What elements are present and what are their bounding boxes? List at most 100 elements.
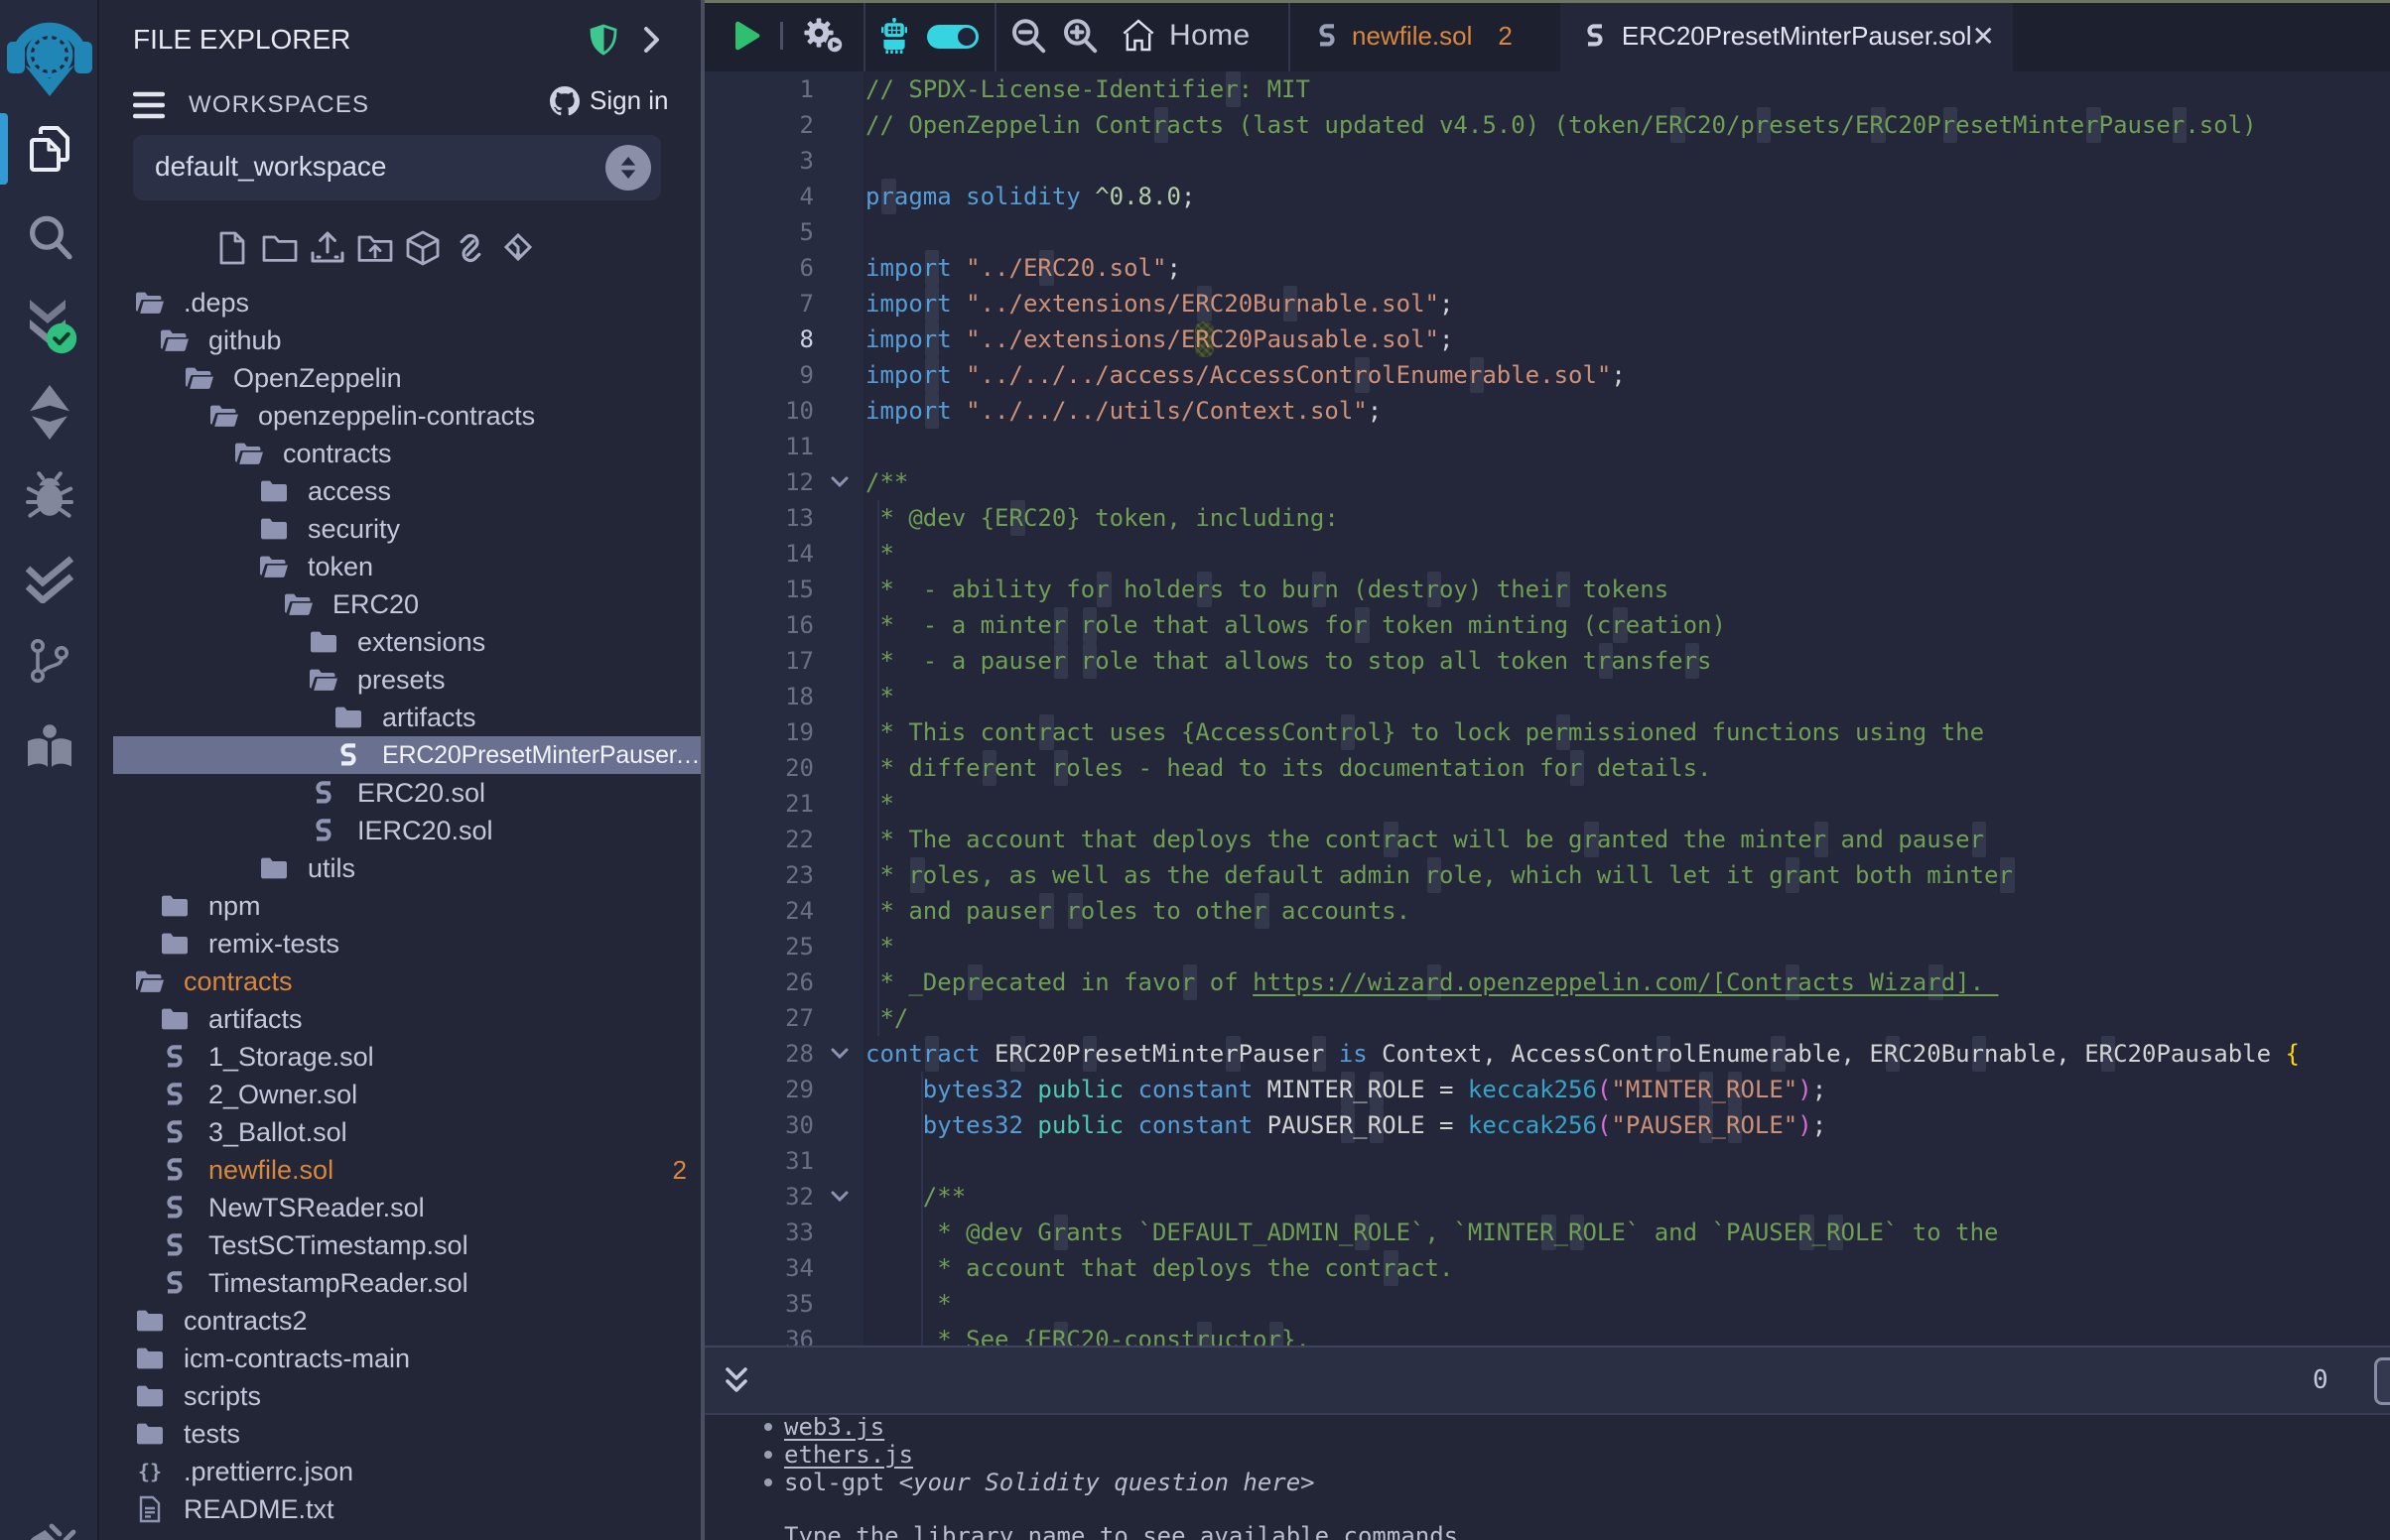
folder-icon bbox=[134, 1309, 166, 1333]
remix-logo-icon[interactable] bbox=[0, 16, 99, 99]
tree-item-label: github bbox=[208, 325, 282, 356]
folder-open-icon bbox=[134, 291, 166, 315]
terminal-entry[interactable]: web3.js bbox=[705, 1417, 2390, 1441]
tree-item-presets[interactable]: presets bbox=[99, 661, 705, 699]
tree-item-erc20presetminterpauser-sol[interactable]: ERC20PresetMinterPauser.sol bbox=[99, 736, 705, 774]
group-separator bbox=[995, 0, 996, 71]
toolbar-separator bbox=[780, 22, 783, 50]
tree-item-timestampreader-sol[interactable]: TimestampReader.sol bbox=[99, 1264, 705, 1302]
tree-item-extensions[interactable]: extensions bbox=[99, 623, 705, 661]
tree-item-security[interactable]: security bbox=[99, 510, 705, 548]
tree-item-ierc20-sol[interactable]: IERC20.sol bbox=[99, 812, 705, 849]
tree-item-icm-contracts-main[interactable]: icm-contracts-main bbox=[99, 1340, 705, 1377]
tree-item-testsctimestamp-sol[interactable]: TestSCTimestamp.sol bbox=[99, 1226, 705, 1264]
remix-ai-robot-icon[interactable] bbox=[881, 18, 907, 54]
tree-item-newfile-sol[interactable]: newfile.sol2 bbox=[99, 1151, 705, 1189]
workspace-sort-icon[interactable] bbox=[605, 145, 651, 191]
tree-item-2-owner-sol[interactable]: 2_Owner.sol bbox=[99, 1076, 705, 1113]
tree-item--prettierrc-json[interactable]: {}.prettierrc.json bbox=[99, 1453, 705, 1490]
code-line-13: * @dev {ERC20} token, including: bbox=[865, 500, 2390, 536]
tree-item-npm[interactable]: npm bbox=[99, 887, 705, 925]
workspaces-menu-icon[interactable] bbox=[133, 91, 167, 119]
terminal-entry-text[interactable]: web3.js bbox=[784, 1417, 884, 1441]
line-number: 3 bbox=[705, 143, 814, 179]
zoom-out-icon[interactable] bbox=[1008, 16, 1048, 56]
tab-erc20presetminterpauser[interactable]: ERC20PresetMinterPauser.sol ✕ bbox=[1560, 0, 2013, 71]
tree-item-contracts2[interactable]: contracts2 bbox=[99, 1302, 705, 1340]
tree-item-remix-tests[interactable]: remix-tests bbox=[99, 925, 705, 962]
new-folder-icon[interactable] bbox=[256, 224, 304, 272]
terminal-collapse-icon[interactable] bbox=[723, 1365, 750, 1397]
fold-chevron-icon[interactable] bbox=[826, 1179, 854, 1215]
terminal-entry[interactable]: ethers.js bbox=[705, 1441, 2390, 1469]
run-script-button[interactable] bbox=[732, 20, 762, 52]
fold-chevron-icon[interactable] bbox=[826, 1036, 854, 1072]
tab-newfile[interactable]: newfile.sol 2 bbox=[1316, 0, 1513, 71]
line-number: 2 bbox=[705, 107, 814, 143]
link-icon[interactable] bbox=[447, 224, 494, 272]
terminal-entry-text[interactable]: ethers.js bbox=[784, 1441, 913, 1469]
terminal-entry[interactable]: sol-gpt <your Solidity question here> bbox=[705, 1469, 2390, 1496]
folder-open-icon bbox=[283, 592, 315, 616]
debugger-icon[interactable] bbox=[0, 468, 99, 524]
line-number: 31 bbox=[705, 1143, 814, 1179]
tree-item-1-storage-sol[interactable]: 1_Storage.sol bbox=[99, 1038, 705, 1076]
file-explorer-icon[interactable] bbox=[0, 121, 99, 177]
line-number: 20 bbox=[705, 750, 814, 786]
upload-file-icon[interactable] bbox=[304, 224, 351, 272]
tree-item--deps[interactable]: .deps bbox=[99, 284, 705, 321]
tree-item-label: newfile.sol bbox=[208, 1155, 333, 1186]
tree-item-label: contracts bbox=[184, 966, 293, 997]
code-line-21: * bbox=[865, 786, 2390, 822]
tree-item-token[interactable]: token bbox=[99, 548, 705, 585]
line-number: 21 bbox=[705, 786, 814, 822]
ipfs-cube-icon[interactable] bbox=[399, 224, 447, 272]
code-line-17: * - a pauser role that allows to stop al… bbox=[865, 643, 2390, 679]
line-number: 35 bbox=[705, 1286, 814, 1322]
tree-item-readme-txt[interactable]: README.txt bbox=[99, 1490, 705, 1528]
compile-run-gear-icon[interactable] bbox=[800, 14, 848, 58]
chevron-right-icon[interactable] bbox=[641, 26, 661, 54]
tree-item-3-ballot-sol[interactable]: 3_Ballot.sol bbox=[99, 1113, 705, 1151]
tree-item-label: OpenZeppelin bbox=[233, 363, 402, 394]
tree-item-scripts[interactable]: scripts bbox=[99, 1377, 705, 1415]
file-actions-row bbox=[99, 224, 705, 276]
tree-item-contracts[interactable]: contracts bbox=[99, 435, 705, 472]
ai-toggle-on[interactable] bbox=[927, 25, 979, 49]
tree-item-artifacts[interactable]: artifacts bbox=[99, 699, 705, 736]
tree-item-artifacts[interactable]: artifacts bbox=[99, 1000, 705, 1038]
tab-home[interactable]: Home bbox=[1122, 0, 1251, 71]
workspace-select[interactable]: default_workspace bbox=[133, 135, 661, 200]
tree-item-utils[interactable]: utils bbox=[99, 849, 705, 887]
tab-close-icon[interactable]: ✕ bbox=[1972, 20, 1995, 53]
terminal-search-box-partial[interactable] bbox=[2374, 1357, 2390, 1405]
github-signin[interactable]: Sign in bbox=[550, 85, 669, 116]
tree-item-openzeppelin[interactable]: OpenZeppelin bbox=[99, 359, 705, 397]
git-clone-icon[interactable] bbox=[494, 224, 542, 272]
git-icon[interactable] bbox=[0, 635, 99, 687]
learneth-icon[interactable] bbox=[0, 718, 99, 774]
unit-testing-icon[interactable] bbox=[0, 552, 99, 603]
tree-item-access[interactable]: access bbox=[99, 472, 705, 510]
tree-item-openzeppelin-contracts[interactable]: openzeppelin-contracts bbox=[99, 397, 705, 435]
upload-folder-icon[interactable] bbox=[351, 224, 399, 272]
fold-chevron-icon[interactable] bbox=[826, 464, 854, 500]
new-file-icon[interactable] bbox=[208, 224, 256, 272]
plugin-manager-icon[interactable] bbox=[0, 1512, 99, 1540]
line-number: 17 bbox=[705, 643, 814, 679]
tree-item-contracts[interactable]: contracts bbox=[99, 962, 705, 1000]
deploy-run-icon[interactable] bbox=[0, 383, 99, 443]
search-icon[interactable] bbox=[0, 210, 99, 264]
code-line-1: // SPDX-License-Identifier: MIT bbox=[865, 71, 2390, 107]
tree-item-newtsreader-sol[interactable]: NewTSReader.sol bbox=[99, 1189, 705, 1226]
code-editor[interactable]: 1234567891011121314151617181920212223242… bbox=[705, 71, 2390, 1346]
terminal-output[interactable]: web3.jsethers.jssol-gpt <your Solidity q… bbox=[705, 1417, 2390, 1540]
tree-item-erc20-sol[interactable]: ERC20.sol bbox=[99, 774, 705, 812]
folder-icon bbox=[159, 894, 191, 918]
zoom-in-icon[interactable] bbox=[1060, 16, 1100, 56]
tree-item-github[interactable]: github bbox=[99, 321, 705, 359]
tree-item-tests[interactable]: tests bbox=[99, 1415, 705, 1453]
tree-item-erc20[interactable]: ERC20 bbox=[99, 585, 705, 623]
solidity-compiler-icon[interactable] bbox=[0, 296, 99, 363]
tree-item-label: token bbox=[308, 552, 373, 582]
